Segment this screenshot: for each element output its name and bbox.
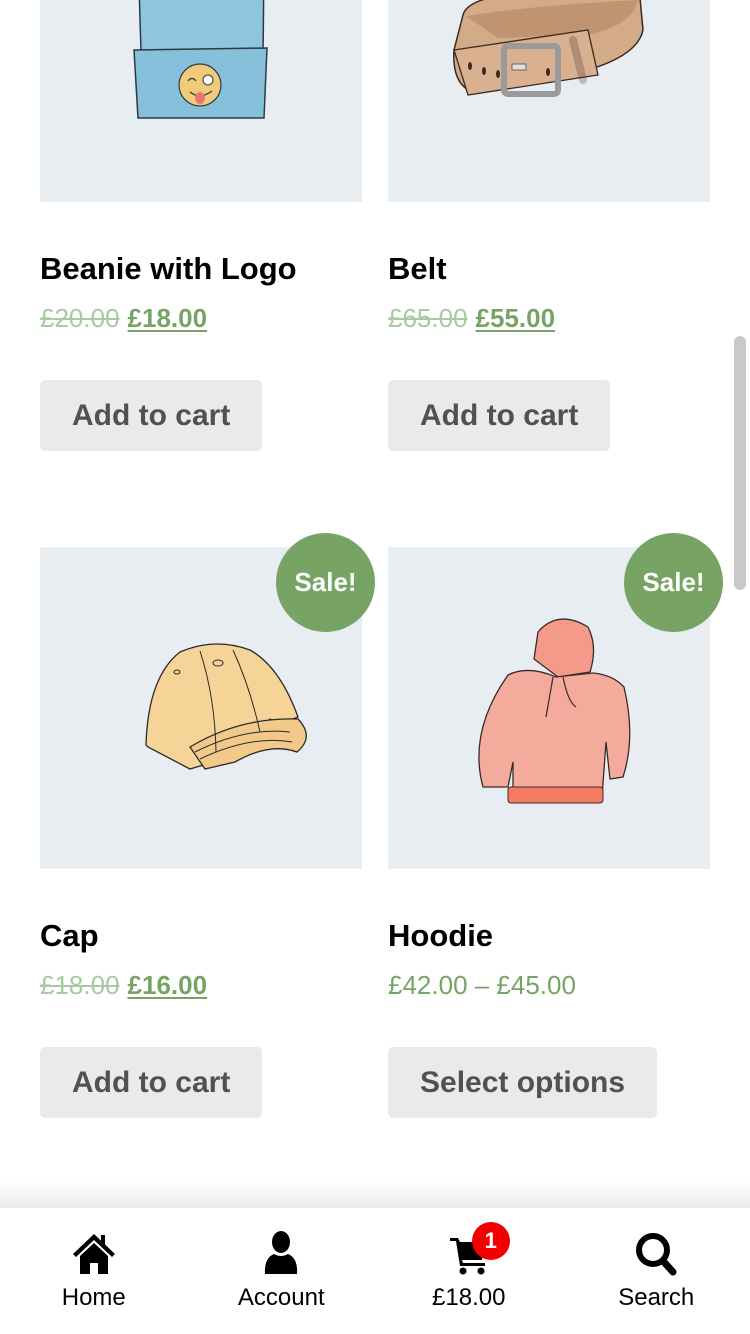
product-title[interactable]: Beanie with Logo — [40, 253, 297, 284]
nav-cart[interactable]: 1 £18.00 — [375, 1208, 563, 1334]
sale-badge: Sale! — [624, 533, 723, 632]
product-price: £20.00 £18.00 — [40, 305, 207, 331]
product-card: Belt £65.00 £55.00 Add to cart — [388, 0, 710, 451]
nav-home-label: Home — [61, 1284, 126, 1311]
beanie-image[interactable] — [40, 0, 362, 202]
scrollbar[interactable] — [734, 336, 746, 590]
product-card: Beanie with Logo £20.00 £18.00 Add to car… — [40, 0, 362, 451]
nav-search[interactable]: Search — [563, 1208, 750, 1334]
nav-shadow — [0, 1180, 750, 1208]
belt-image[interactable] — [388, 0, 710, 202]
nav-search-label: Search — [618, 1284, 695, 1311]
sale-price: £18.00 — [127, 303, 208, 333]
price-range: £42.00 – £45.00 — [388, 970, 576, 1000]
regular-price: £20.00 — [40, 303, 120, 333]
product-title[interactable]: Belt — [388, 253, 447, 284]
product-title[interactable]: Hoodie — [388, 920, 493, 951]
nav-account[interactable]: Account — [188, 1208, 376, 1334]
product-price: £42.00 – £45.00 — [388, 972, 576, 998]
nav-cart-total: £18.00 — [432, 1284, 506, 1311]
add-to-cart-button[interactable]: Add to cart — [388, 380, 611, 451]
sale-price: £16.00 — [127, 970, 208, 1000]
nav-account-label: Account — [237, 1284, 325, 1311]
regular-price: £65.00 — [388, 303, 468, 333]
beanie-illustration — [133, 0, 268, 119]
belt-illustration — [453, 0, 644, 97]
cart-count-badge: 1 — [471, 1222, 510, 1260]
product-price: £65.00 £55.00 — [388, 305, 555, 331]
search-icon — [631, 1230, 681, 1276]
sale-price: £55.00 — [475, 303, 556, 333]
product-title[interactable]: Cap — [40, 920, 99, 951]
product-card: Sale! Cap £18.00 £16.00 Add to cart — [40, 533, 375, 1118]
home-icon — [69, 1230, 119, 1276]
product-price: £18.00 £16.00 — [40, 972, 207, 998]
user-icon — [256, 1230, 306, 1276]
select-options-button[interactable]: Select options — [388, 1047, 658, 1118]
add-to-cart-button[interactable]: Add to cart — [40, 380, 263, 451]
add-to-cart-button[interactable]: Add to cart — [40, 1047, 263, 1118]
nav-home[interactable]: Home — [0, 1208, 188, 1334]
bottom-nav: Home Account 1 £18.00 Search — [0, 1208, 750, 1334]
sale-badge: Sale! — [276, 533, 375, 632]
regular-price: £18.00 — [40, 970, 120, 1000]
product-card: Sale! Hoodie £42.00 – £45.00 Select opti… — [388, 533, 723, 1118]
